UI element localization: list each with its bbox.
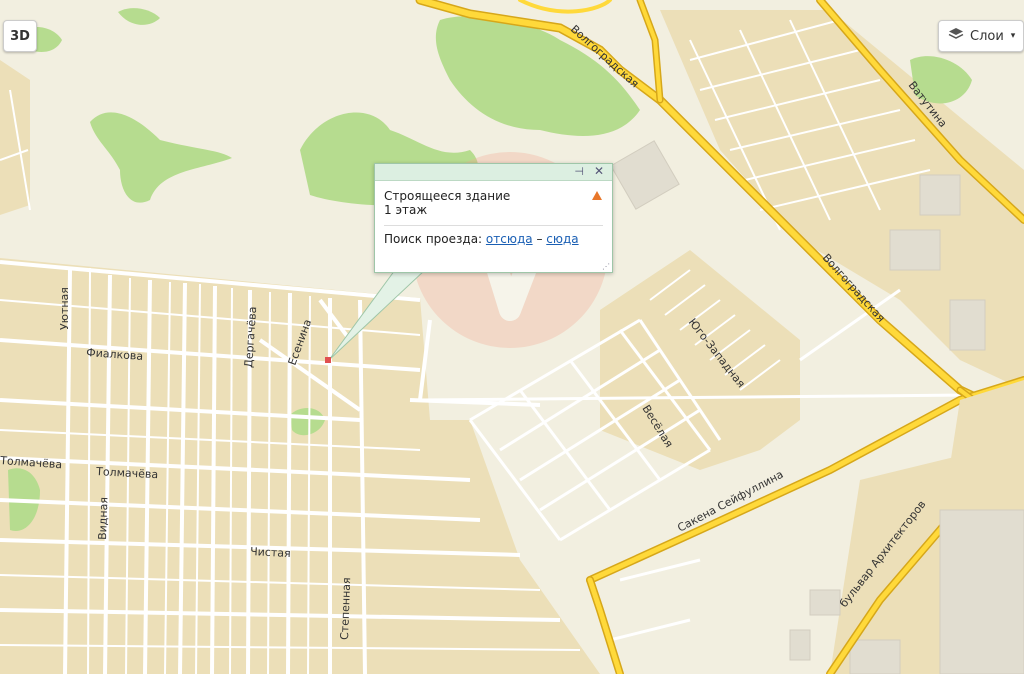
3d-toggle-button[interactable]: 3D — [3, 20, 37, 52]
route-dash: – — [536, 232, 543, 246]
balloon-floors: 1 этаж — [384, 203, 428, 217]
balloon-divider — [384, 225, 603, 226]
street-label: Видная — [96, 497, 110, 540]
layers-label: Слои — [970, 28, 1004, 44]
info-balloon: ⊣ ✕ Строящееся здание 1 этаж Поиск проез… — [374, 163, 613, 273]
route-label: Поиск проезда: — [384, 232, 483, 246]
layers-icon — [948, 27, 964, 45]
balloon-body: Строящееся здание 1 этаж Поиск проезда: … — [375, 181, 612, 246]
warning-icon — [592, 191, 602, 200]
route-to-link[interactable]: сюда — [546, 232, 578, 246]
resize-handle[interactable]: ⋰ — [602, 262, 610, 271]
pin-icon[interactable]: ⊣ — [574, 165, 584, 178]
close-icon[interactable]: ✕ — [594, 164, 604, 178]
balloon-header: ⊣ ✕ — [375, 164, 612, 181]
chevron-down-icon: ▾ — [1010, 31, 1016, 41]
large-building — [939, 509, 1024, 674]
route-search: Поиск проезда: отсюда – сюда — [384, 232, 603, 246]
balloon-title: Строящееся здание — [384, 189, 511, 203]
layers-button[interactable]: Слои ▾ — [938, 20, 1024, 52]
route-from-link[interactable]: отсюда — [486, 232, 533, 246]
street-label: Чистая — [250, 545, 291, 560]
building-marker[interactable] — [325, 357, 331, 363]
street-label: Степенная — [338, 577, 353, 640]
street-label: Уютная — [58, 287, 71, 330]
map-canvas[interactable]: Волгоградская Волгоградская Ватутина Юго… — [0, 0, 1024, 674]
